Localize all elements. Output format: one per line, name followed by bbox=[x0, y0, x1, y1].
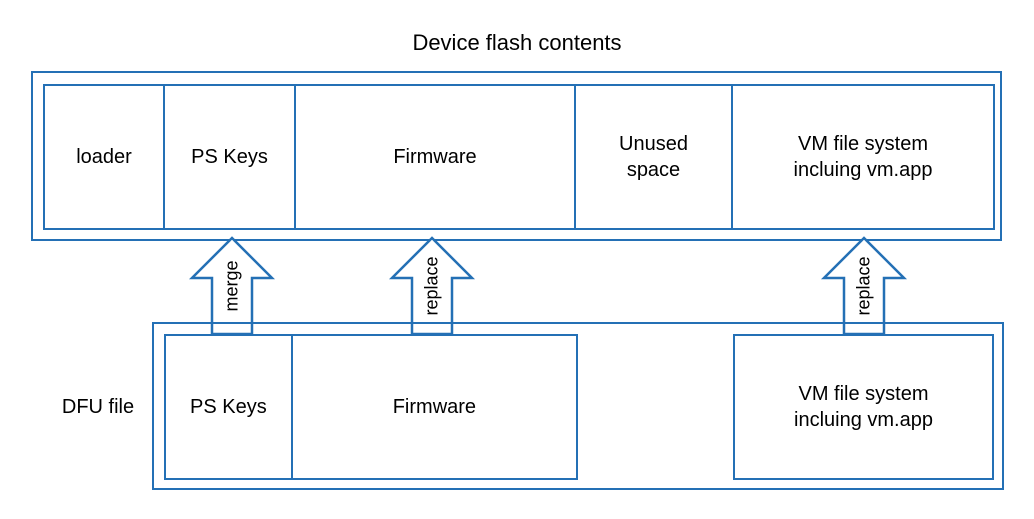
flash-cell-unused-space[interactable]: Unused space bbox=[576, 86, 733, 228]
flash-cell-firmware-label: Firmware bbox=[393, 146, 477, 168]
dfu-cell-ps-keys-label: PS Keys bbox=[190, 396, 267, 418]
arrow-replace-firmware[interactable]: replace bbox=[388, 236, 476, 336]
flash-cell-ps-keys[interactable]: PS Keys bbox=[165, 86, 296, 228]
flash-cell-unused-space-label: Unused space bbox=[619, 133, 688, 181]
diagram-canvas: Device flash contents loader PS Keys Fir… bbox=[0, 0, 1034, 519]
dfu-cell-firmware[interactable]: Firmware bbox=[292, 336, 576, 478]
dfu-partition-row-a: PS Keys Firmware bbox=[164, 334, 578, 480]
dfu-partition-row-b: VM file system incluing vm.app bbox=[733, 334, 994, 480]
dfu-cell-vm-file-system-label: VM file system incluing vm.app bbox=[794, 383, 933, 431]
page-title: Device flash contents bbox=[412, 30, 622, 55]
flash-cell-ps-keys-label: PS Keys bbox=[191, 146, 268, 168]
dfu-cell-firmware-label: Firmware bbox=[392, 396, 477, 418]
flash-cell-firmware[interactable]: Firmware bbox=[296, 86, 576, 228]
flash-cell-loader-label: loader bbox=[76, 146, 132, 168]
arrow-merge-ps-keys[interactable]: merge bbox=[188, 236, 276, 336]
dfu-cell-vm-file-system[interactable]: VM file system incluing vm.app bbox=[735, 336, 992, 478]
arrow-replace-vm-file-system[interactable]: replace bbox=[820, 236, 908, 336]
flash-cell-loader[interactable]: loader bbox=[45, 86, 165, 228]
flash-cell-vm-file-system[interactable]: VM file system incluing vm.app bbox=[733, 86, 993, 228]
device-flash-partition-row: loader PS Keys Firmware Unused space VM f… bbox=[43, 84, 995, 230]
dfu-file-label: DFU file bbox=[61, 396, 135, 418]
flash-cell-vm-file-system-label: VM file system incluing vm.app bbox=[793, 133, 933, 181]
dfu-cell-ps-keys[interactable]: PS Keys bbox=[166, 336, 293, 478]
